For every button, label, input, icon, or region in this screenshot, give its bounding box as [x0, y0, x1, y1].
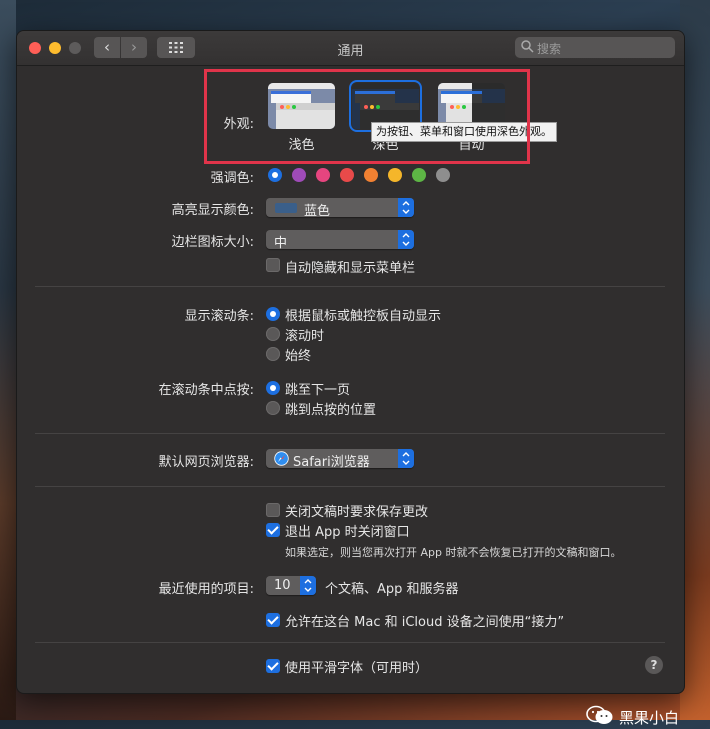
sidebar-size-value: 中	[274, 236, 288, 251]
accent-label: 强调色:	[210, 171, 254, 186]
divider	[35, 286, 665, 287]
browser-value: Safari浏览器	[293, 455, 370, 470]
search-input[interactable]: 搜索	[515, 37, 675, 58]
accent-color-swatch[interactable]	[436, 168, 450, 182]
font-smoothing-label: 使用平滑字体（可用时）	[285, 661, 429, 676]
scrollbars-label: 显示滚动条:	[184, 309, 254, 324]
accent-color-swatch[interactable]	[364, 168, 378, 182]
scrollbars-auto-radio[interactable]	[266, 307, 280, 321]
recent-items-suffix: 个文稿、App 和服务器	[325, 582, 459, 597]
browser-popup[interactable]: Safari浏览器	[266, 449, 414, 470]
accent-color-swatch[interactable]	[316, 168, 330, 182]
wechat-icon	[586, 705, 614, 729]
menubar-checkbox[interactable]	[266, 258, 280, 272]
accent-color-swatch[interactable]	[388, 168, 402, 182]
click-next-page-radio[interactable]	[266, 381, 280, 395]
handoff-checkbox[interactable]	[266, 613, 280, 627]
search-placeholder: 搜索	[537, 42, 562, 56]
wallpaper-left	[0, 0, 16, 720]
accent-color-swatch[interactable]	[340, 168, 354, 182]
scrollbars-scrolling-radio[interactable]	[266, 327, 280, 341]
help-button[interactable]: ?	[645, 656, 663, 674]
highlight-popup[interactable]: 蓝色	[266, 198, 414, 219]
search-icon	[521, 40, 534, 53]
popup-arrows-icon	[398, 230, 414, 249]
click-spot-radio[interactable]	[266, 401, 280, 415]
highlight-label: 高亮显示颜色:	[171, 203, 254, 218]
divider	[35, 642, 665, 643]
scrollbars-always-label: 始终	[285, 349, 312, 364]
handoff-label: 允许在这台 Mac 和 iCloud 设备之间使用“接力”	[285, 615, 565, 630]
ask-save-checkbox[interactable]	[266, 503, 280, 517]
divider	[35, 433, 665, 434]
sidebar-size-label: 边栏图标大小:	[171, 235, 254, 250]
browser-label: 默认网页浏览器:	[158, 455, 254, 470]
selected-dot	[272, 172, 278, 178]
brand-watermark: 黑果小白	[619, 709, 680, 727]
annotation-highlight-box	[204, 69, 530, 164]
click-spot-label: 跳到点按的位置	[285, 403, 377, 418]
close-windows-label: 退出 App 时关闭窗口	[285, 525, 410, 540]
sidebar-size-popup[interactable]: 中	[266, 230, 414, 251]
scrollbars-scrolling-label: 滚动时	[285, 329, 325, 344]
popup-arrows-icon	[300, 576, 316, 595]
scrollbars-always-radio[interactable]	[266, 347, 280, 361]
titlebar: ‹ › 通用 搜索	[17, 31, 684, 66]
recent-items-popup[interactable]: 10	[266, 576, 316, 595]
accent-color-swatch[interactable]	[292, 168, 306, 182]
highlight-value: 蓝色	[304, 204, 331, 219]
click-next-page-label: 跳至下一页	[285, 383, 351, 398]
menubar-label: 自动隐藏和显示菜单栏	[285, 261, 416, 276]
recent-items-value: 10	[274, 578, 291, 593]
ask-save-label: 关闭文稿时要求保存更改	[285, 505, 429, 520]
safari-icon	[274, 451, 289, 470]
accent-color-swatch[interactable]	[268, 168, 282, 182]
font-smoothing-checkbox[interactable]	[266, 659, 280, 673]
popup-arrows-icon	[398, 198, 414, 217]
popup-arrows-icon	[398, 449, 414, 468]
accent-color-swatch[interactable]	[412, 168, 426, 182]
highlight-swatch	[275, 203, 297, 213]
divider	[35, 486, 665, 487]
close-windows-checkbox[interactable]	[266, 523, 280, 537]
close-windows-note: 如果选定，则当您再次打开 App 时就不会恢复已打开的文稿和窗口。	[285, 546, 622, 559]
recent-items-label: 最近使用的项目:	[158, 582, 254, 597]
click-scrollbar-label: 在滚动条中点按:	[158, 383, 254, 398]
scrollbars-auto-label: 根据鼠标或触控板自动显示	[285, 309, 442, 324]
